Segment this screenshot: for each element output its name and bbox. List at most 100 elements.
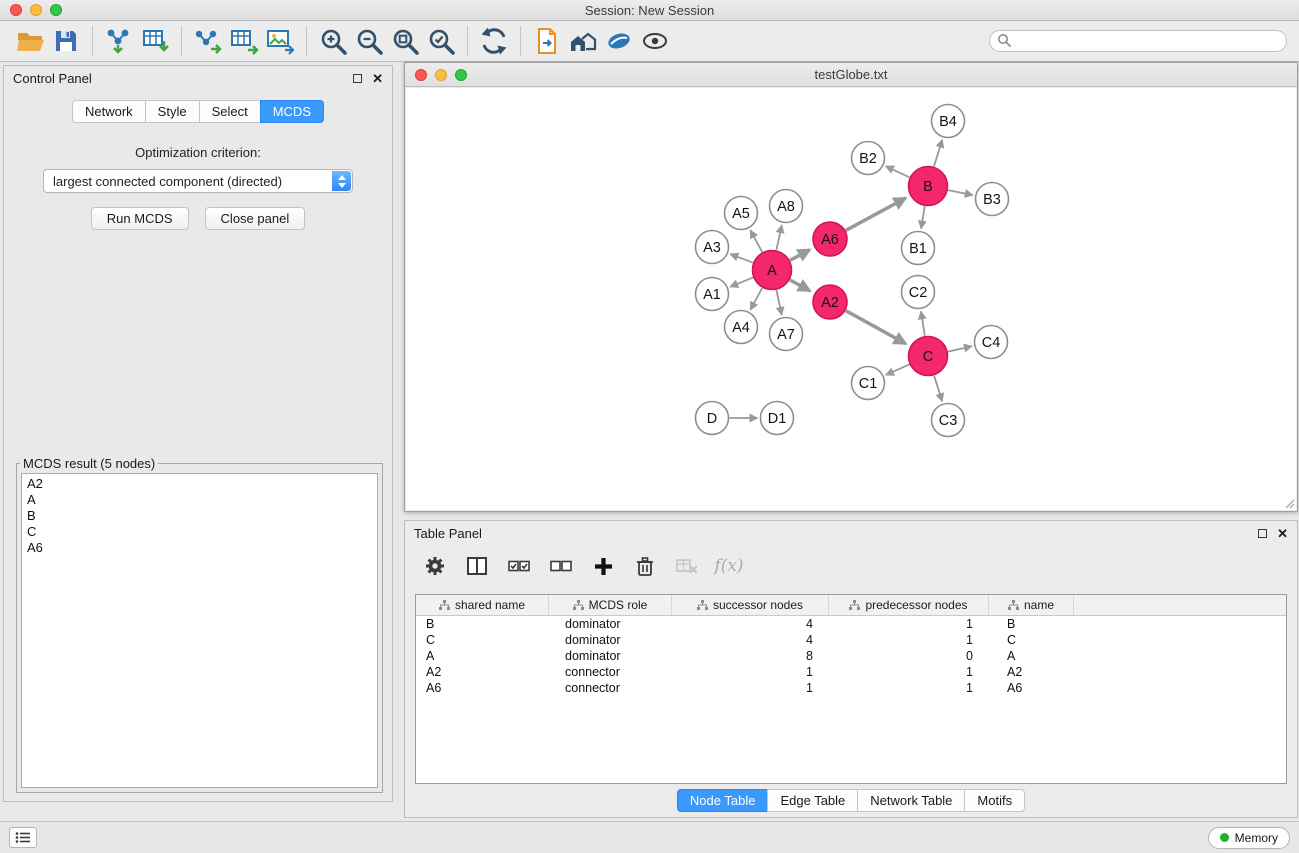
network-minimize-button[interactable] [435,69,447,81]
open-session-button[interactable] [12,24,48,58]
tab-network-table[interactable]: Network Table [857,789,965,812]
tab-select[interactable]: Select [199,100,261,123]
memory-button[interactable]: Memory [1208,827,1290,849]
export-network-button[interactable] [190,24,226,58]
zoom-window-button[interactable] [50,4,62,16]
table-row[interactable]: A2connector11A2 [416,664,1286,680]
mcds-result-list[interactable]: A2ABCA6 [21,473,378,788]
graph-node-A5[interactable]: A5 [725,197,758,230]
deselect-all-button[interactable] [545,551,577,581]
graph-edge-A-A5[interactable] [750,230,762,252]
graph-node-D[interactable]: D [696,402,729,435]
save-session-button[interactable] [48,24,84,58]
graph-node-D1[interactable]: D1 [761,402,794,435]
network-canvas[interactable]: B4B2BB3A5A8A6A3AB1A1A2C2A4A7C4CC1C3DD1 [406,88,1296,510]
graph-edge-C-C2[interactable] [921,311,925,335]
graph-edge-A2-C[interactable] [846,311,906,344]
graph-node-B4[interactable]: B4 [932,105,965,138]
column-header[interactable]: shared name [416,595,549,615]
network-close-button[interactable] [415,69,427,81]
graph-edge-A-A1[interactable] [730,278,753,287]
select-all-button[interactable] [503,551,535,581]
refresh-layout-button[interactable] [476,24,512,58]
minimize-window-button[interactable] [30,4,42,16]
zoom-out-button[interactable] [351,24,387,58]
column-header[interactable]: name [989,595,1074,615]
mcds-result-item[interactable]: C [27,524,372,540]
graph-node-B1[interactable]: B1 [902,232,935,265]
graphics-details-button[interactable] [601,24,637,58]
zoom-in-button[interactable] [315,24,351,58]
graph-node-C2[interactable]: C2 [902,276,935,309]
graph-node-C1[interactable]: C1 [852,367,885,400]
network-zoom-button[interactable] [455,69,467,81]
graph-edge-C-C1[interactable] [886,364,910,375]
graph-node-C3[interactable]: C3 [932,404,965,437]
criterion-select[interactable]: largest connected component (directed) [43,169,353,193]
task-history-button[interactable] [9,827,37,848]
column-header[interactable]: successor nodes [672,595,829,615]
tab-motifs[interactable]: Motifs [964,789,1025,812]
table-row[interactable]: Adominator80A [416,648,1286,664]
graph-node-A1[interactable]: A1 [696,278,729,311]
add-column-button[interactable] [587,551,619,581]
graph-node-B3[interactable]: B3 [976,183,1009,216]
session-file-button[interactable] [529,24,565,58]
zoom-fit-button[interactable] [387,24,423,58]
graph-node-C4[interactable]: C4 [975,326,1008,359]
graph-edge-A6-B[interactable] [846,198,906,230]
graph-edge-C-C4[interactable] [948,346,972,351]
graph-node-B2[interactable]: B2 [852,142,885,175]
run-mcds-button[interactable]: Run MCDS [91,207,189,230]
close-panel-button[interactable]: Close panel [205,207,306,230]
column-header[interactable]: MCDS role [549,595,672,615]
graph-node-A4[interactable]: A4 [725,311,758,344]
graph-edge-B-B1[interactable] [921,206,925,229]
zoom-selected-button[interactable] [423,24,459,58]
resize-grip-icon[interactable] [1283,497,1295,509]
graph-node-B[interactable]: B [909,167,948,206]
tab-node-table[interactable]: Node Table [677,789,769,812]
close-window-button[interactable] [10,4,22,16]
show-hide-button[interactable] [637,24,673,58]
export-image-button[interactable] [262,24,298,58]
graph-node-A2[interactable]: A2 [813,285,847,319]
tab-edge-table[interactable]: Edge Table [767,789,858,812]
graph-edge-C-C3[interactable] [934,376,942,402]
float-table-panel-icon[interactable] [1258,529,1267,538]
graph-edge-A-A6[interactable] [790,250,810,260]
home-button[interactable] [565,24,601,58]
export-table-button[interactable] [226,24,262,58]
mcds-result-item[interactable]: A2 [27,476,372,492]
tab-network[interactable]: Network [72,100,146,123]
delete-column-button[interactable] [629,551,661,581]
show-columns-button[interactable] [461,551,493,581]
graph-node-A8[interactable]: A8 [770,190,803,223]
mcds-result-item[interactable]: A [27,492,372,508]
delete-table-button[interactable] [671,551,703,581]
float-panel-icon[interactable] [353,74,362,83]
table-row[interactable]: Cdominator41C [416,632,1286,648]
graph-edge-A-A3[interactable] [730,254,753,263]
mcds-result-item[interactable]: A6 [27,540,372,556]
tab-style[interactable]: Style [145,100,200,123]
graph-node-A[interactable]: A [753,251,792,290]
network-graph[interactable]: B4B2BB3A5A8A6A3AB1A1A2C2A4A7C4CC1C3DD1 [406,88,1296,510]
table-row[interactable]: A6connector11A6 [416,680,1286,696]
graph-edge-A-A7[interactable] [776,290,781,315]
graph-node-C[interactable]: C [909,337,948,376]
mcds-result-item[interactable]: B [27,508,372,524]
column-header[interactable]: predecessor nodes [829,595,989,615]
table-settings-button[interactable] [419,551,451,581]
close-panel-icon[interactable]: ✕ [372,72,383,85]
graph-edge-B-B2[interactable] [886,166,910,177]
graph-edge-B-B3[interactable] [948,190,973,195]
graph-edge-A-A4[interactable] [750,288,762,310]
function-builder-button[interactable]: f(x) [713,551,745,581]
graph-node-A7[interactable]: A7 [770,318,803,351]
table-row[interactable]: Bdominator41B [416,616,1286,632]
tab-mcds[interactable]: MCDS [260,100,324,123]
import-network-button[interactable] [101,24,137,58]
graph-edge-B-B4[interactable] [934,140,942,167]
import-table-button[interactable] [137,24,173,58]
